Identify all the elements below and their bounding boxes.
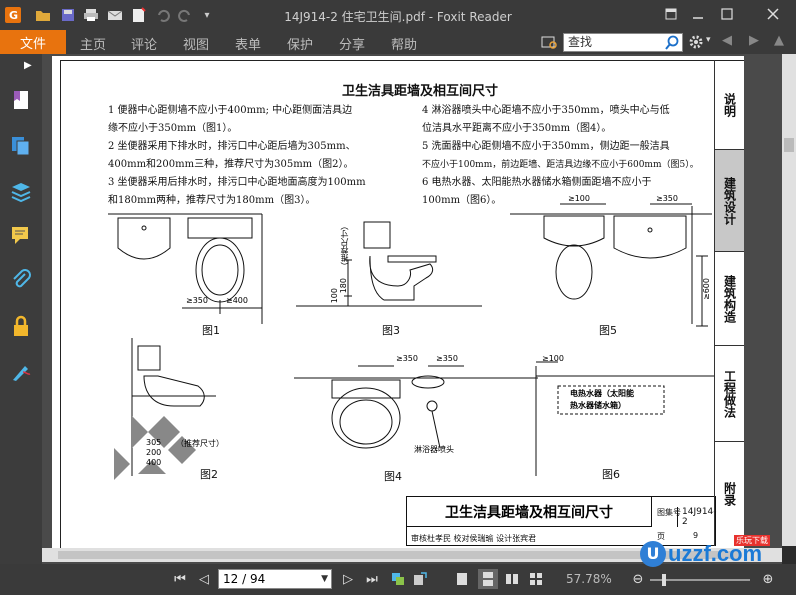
vertical-scrollbar[interactable]	[782, 54, 796, 546]
page-dropdown-icon[interactable]: ▼	[321, 570, 328, 588]
dim-label: ≥350	[396, 354, 418, 363]
tab-construction[interactable]: 建筑构造	[714, 252, 744, 346]
last-page-icon[interactable]: ⏭	[364, 571, 380, 587]
menu-help[interactable]: 帮助	[391, 34, 417, 53]
dim-label: 淋浴器喷头	[414, 445, 454, 454]
dim-label: ≥400	[226, 296, 248, 305]
dim-label: ≥100	[568, 194, 590, 203]
attachment-icon[interactable]	[9, 268, 33, 292]
scroll-thumb[interactable]	[784, 138, 794, 152]
continuous-facing-view-icon[interactable]	[528, 571, 544, 587]
tab-label: 建筑设计	[722, 176, 737, 225]
signature-icon[interactable]	[9, 360, 33, 384]
figure-label: 图5	[599, 324, 617, 337]
facing-view-icon[interactable]	[504, 571, 520, 587]
prev-icon[interactable]: ◀	[722, 33, 732, 48]
figure-label: 图1	[202, 324, 220, 337]
search-icon[interactable]	[664, 35, 680, 51]
zoom-in-icon[interactable]: ⊕	[760, 571, 776, 587]
figure-label: 图6	[602, 468, 620, 481]
dim-label: 200	[146, 448, 162, 457]
menu-form[interactable]: 表单	[235, 34, 261, 53]
tab-label: 附录	[722, 482, 737, 506]
zoom-out-icon[interactable]: ⊖	[630, 571, 646, 587]
gear-icon[interactable]	[688, 34, 704, 50]
title-bar: G ▾ 14J914-2 住宅卫生间.pdf - Foxit Reader	[0, 0, 796, 30]
minimize-button[interactable]	[685, 2, 711, 26]
navigation-panel: ▶	[0, 54, 42, 564]
expand-panel-icon[interactable]: ▶	[24, 60, 32, 71]
menu-home[interactable]: 主页	[80, 34, 106, 53]
dim-label: 305	[146, 438, 162, 447]
zoom-level[interactable]: 57.78%	[566, 572, 612, 586]
menu-comment[interactable]: 评论	[131, 34, 157, 53]
signature-row: 审核杜孝民 校对侯瑞瑜 设计张宾君	[411, 534, 537, 543]
watermark-subtext: 乐玩下载	[734, 535, 770, 546]
restore-ribbon-icon[interactable]	[658, 2, 684, 26]
export-icon[interactable]	[412, 571, 428, 587]
page-number-value: 12 / 94	[223, 572, 266, 586]
tab-architectural-design[interactable]: 建筑设计	[714, 150, 744, 252]
tab-label: 工程做法	[722, 369, 737, 418]
maximize-button[interactable]	[714, 2, 740, 26]
titleblock-title: 卫生洁具距墙及相互间尺寸	[407, 497, 652, 527]
tab-label: 建筑构造	[722, 274, 737, 323]
next-page-icon[interactable]: ▷	[340, 571, 356, 587]
layers-icon[interactable]	[9, 180, 33, 204]
bookmark-icon[interactable]	[9, 88, 33, 112]
collapse-icon[interactable]: ▲	[774, 33, 784, 48]
status-bar: ⏮ ◁ 12 / 94 ▼ ▷ ⏭ 57.78% ⊖ ⊕	[0, 564, 796, 595]
copy-icon[interactable]	[390, 571, 406, 587]
dim-label: ≥350	[186, 296, 208, 305]
close-button[interactable]	[760, 2, 786, 26]
dim-label: ≥100	[542, 354, 564, 363]
file-tab[interactable]: 文件	[0, 30, 66, 54]
dim-label: 400	[146, 458, 162, 467]
tab-engineering[interactable]: 工程做法	[714, 346, 744, 442]
ribbon-menu-bar: 文件 主页 评论 视图 表单 保护 分享 帮助 查找 ▾ ◀ ▶ ▲	[0, 30, 796, 54]
tab-description[interactable]: 说明	[714, 60, 744, 150]
menu-protect[interactable]: 保护	[287, 34, 313, 53]
search-placeholder: 查找	[568, 35, 593, 49]
continuous-view-icon[interactable]	[478, 569, 498, 589]
document-viewport[interactable]: 卫生洁具距墙及相互间尺寸 1 便器中心距侧墙不应小于400mm; 中心距侧面洁具…	[42, 54, 782, 564]
next-icon[interactable]: ▶	[749, 33, 759, 48]
dim-label: 热水器储水箱）	[570, 401, 626, 410]
comments-icon[interactable]	[9, 224, 33, 248]
tab-appendix[interactable]: 附录	[714, 442, 744, 546]
menu-view[interactable]: 视图	[183, 34, 209, 53]
pages-icon[interactable]	[9, 134, 33, 158]
prev-page-icon[interactable]: ◁	[196, 571, 212, 587]
single-page-view-icon[interactable]	[454, 571, 470, 587]
pdf-page: 卫生洁具距墙及相互间尺寸 1 便器中心距侧墙不应小于400mm; 中心距侧面洁具…	[52, 56, 744, 552]
dim-label: 180	[339, 278, 348, 294]
page-number-input[interactable]: 12 / 94 ▼	[218, 569, 332, 589]
dim-label: ≥350	[656, 194, 678, 203]
dim-label: ≥600	[702, 278, 711, 300]
figure-label: 图3	[382, 324, 400, 337]
figure-label: 图4	[384, 470, 402, 483]
site-watermark: U uzzf.com 乐玩下载	[640, 535, 790, 567]
tab-label: 说明	[722, 92, 737, 117]
figure-label: 图2	[200, 468, 218, 481]
first-page-icon[interactable]: ⏮	[172, 571, 188, 587]
dim-label: （推荐尺寸）	[340, 222, 349, 270]
scroll-thumb[interactable]	[58, 551, 738, 559]
zoom-slider[interactable]	[650, 574, 750, 586]
search-input[interactable]: 查找	[563, 33, 683, 52]
watermark-logo-icon: U	[640, 541, 666, 567]
dim-label: ≥350	[436, 354, 458, 363]
image-search-icon[interactable]	[541, 34, 559, 50]
atlas-number: 14J914-2	[677, 507, 717, 527]
lock-icon[interactable]	[9, 314, 33, 338]
dim-label: 电热水器（太阳能	[570, 389, 634, 398]
dim-label: （推荐尺寸）	[176, 439, 224, 448]
menu-share[interactable]: 分享	[339, 34, 365, 53]
settings-dropdown-icon[interactable]: ▾	[706, 35, 711, 45]
zoom-slider-knob[interactable]	[662, 574, 666, 586]
dim-label: 100	[330, 288, 339, 304]
